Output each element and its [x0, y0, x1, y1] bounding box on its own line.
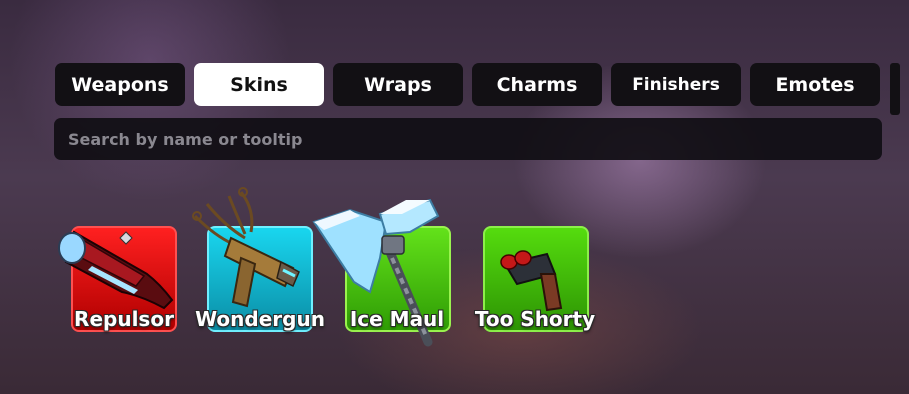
item-name-repulsor: Repulsor [74, 307, 174, 331]
tab-weapons[interactable]: Weapons [55, 63, 185, 106]
item-name-too-shorty: Too Shorty [474, 307, 596, 331]
item-name-wondergun: Wondergun [195, 307, 325, 331]
tab-scroll-indicator[interactable] [890, 63, 900, 115]
item-name-ice-maul: Ice Maul [349, 307, 445, 331]
search-input[interactable] [66, 128, 882, 150]
tab-wraps[interactable]: Wraps [333, 63, 463, 106]
category-tabs: Weapons Skins Wraps Charms Finishers Emo… [55, 63, 880, 106]
tab-skins[interactable]: Skins [194, 63, 324, 106]
tab-finishers[interactable]: Finishers [611, 63, 741, 106]
tab-charms[interactable]: Charms [472, 63, 602, 106]
tab-emotes[interactable]: Emotes [750, 63, 880, 106]
search-bar [54, 118, 882, 160]
